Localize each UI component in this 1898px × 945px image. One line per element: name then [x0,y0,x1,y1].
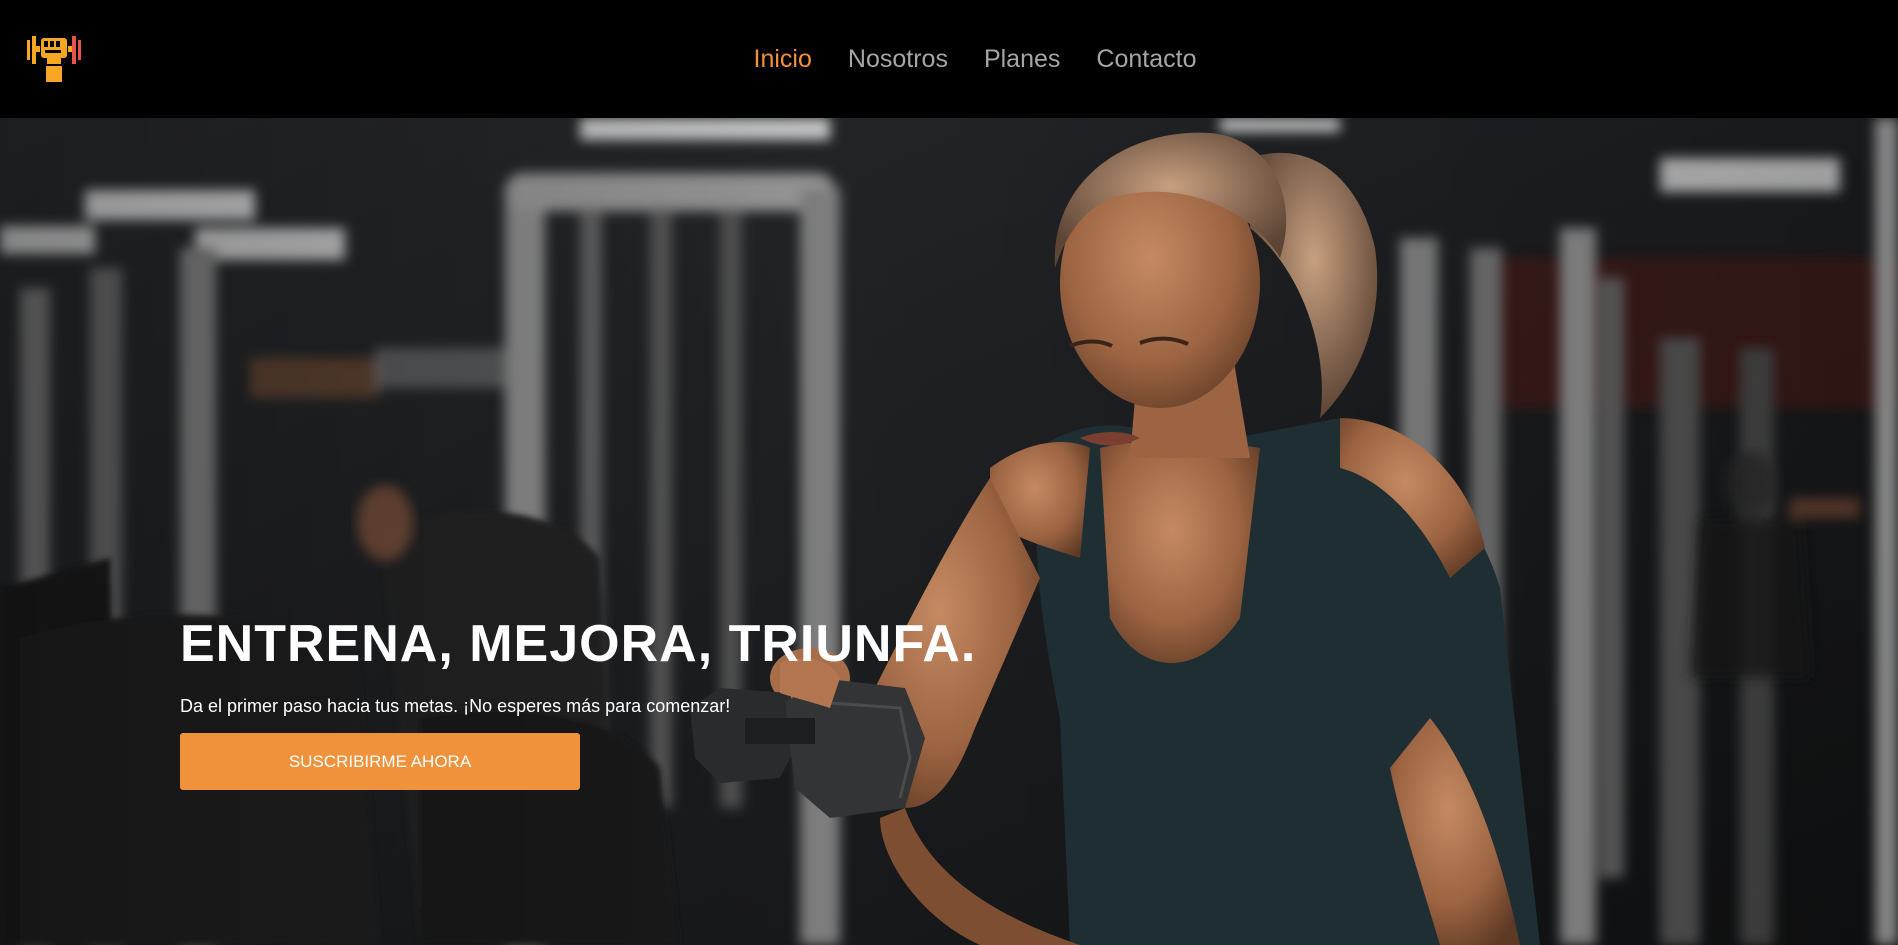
hero-subtitle: Da el primer paso hacia tus metas. ¡No e… [180,696,731,716]
nav-link-contacto[interactable]: Contacto [1096,46,1196,72]
gym-woman-dumbbell-photo [0,118,1898,945]
hero-content: ENTRENA, MEJORA, TRIUNFA. Da el primer p… [180,618,1080,790]
nav-link-planes[interactable]: Planes [984,46,1060,72]
nav-link-inicio[interactable]: Inicio [754,46,812,72]
navbar: Inicio Nosotros Planes Contacto [0,0,1898,118]
main-nav: Inicio Nosotros Planes Contacto [0,0,1898,118]
nav-link-nosotros[interactable]: Nosotros [848,46,948,72]
subscribe-button[interactable]: SUSCRIBIRME AHORA [180,733,580,790]
hero-title: ENTRENA, MEJORA, TRIUNFA. [180,615,977,673]
hero-section: ENTRENA, MEJORA, TRIUNFA. Da el primer p… [0,118,1898,945]
